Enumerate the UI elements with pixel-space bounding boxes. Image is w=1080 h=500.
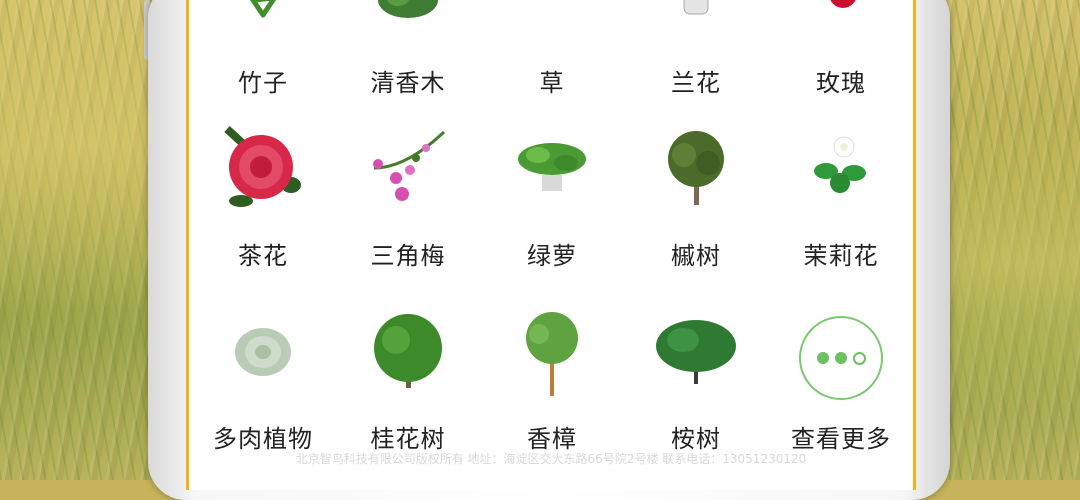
succulent-icon [235,328,291,376]
copyright-footer: 北京智鸟科技有限公司版权所有 地址：海淀区交大东路66号院2号楼 联系电话：13… [295,452,807,466]
plant-item-bougainvillea[interactable]: 三角梅 [338,123,478,273]
plant-item-grass[interactable]: 草 [482,0,622,100]
dot [852,351,866,365]
plant-item-rose[interactable]: 玫瑰 [771,0,911,100]
plant-label: 桂花树 [370,425,446,453]
plant-label: 槭树 [671,242,721,270]
plant-item-fragrant-wood[interactable]: 清香木 [338,0,478,100]
plant-label: 香樟 [527,425,577,453]
osmanthus-tree-icon [374,314,442,388]
plant-label: 竹子 [238,69,288,97]
rose-icon [830,0,856,8]
plant-label: 茶花 [238,242,288,270]
camphor-tree-icon [526,312,578,396]
plant-label: 桉树 [671,425,721,453]
plant-item-camellia[interactable]: 茶花 [193,123,333,273]
plant-label: 玫瑰 [816,69,866,97]
dot [834,352,847,364]
view-more-button[interactable]: 查看更多 [771,306,911,456]
eucalyptus-tree-icon [656,320,736,384]
fragrant-wood-icon [378,0,438,18]
plant-label: 绿萝 [527,242,577,270]
plant-item-succulent[interactable]: 多肉植物 [193,306,333,456]
plant-label: 草 [539,69,565,97]
plant-label: 茉莉花 [803,242,879,270]
plant-item-osmanthus-tree[interactable]: 桂花树 [338,306,478,456]
orchid-icon [683,0,709,15]
more-dots-icon [799,316,883,400]
bougainvillea-icon [373,130,446,201]
plant-item-jasmine[interactable]: 茉莉花 [771,123,911,273]
plant-label: 多肉植物 [213,425,313,453]
dot [816,352,829,364]
plant-item-camphor-tree[interactable]: 香樟 [482,306,622,456]
bamboo-icon [249,0,277,18]
maple-tree-icon [668,131,724,205]
grass-icon [517,0,587,6]
plant-item-orchid[interactable]: 兰花 [626,0,766,100]
pothos-icon [518,143,586,191]
plant-item-pothos[interactable]: 绿萝 [482,123,622,273]
plant-item-bamboo[interactable]: 竹子 [193,0,333,100]
plant-item-maple-tree[interactable]: 槭树 [626,123,766,273]
plant-grid: 竹子 清香木 草 兰花 玫瑰 茶花 三角梅 绿萝 槭树 茉莉花 多肉植物 桂花树… [189,0,913,490]
view-more-label: 查看更多 [791,425,891,453]
plant-item-eucalyptus-tree[interactable]: 桉树 [626,306,766,456]
plant-label: 清香木 [370,69,446,97]
plant-label: 三角梅 [370,242,446,270]
jasmine-icon [814,136,866,193]
phone-screen: 竹子 清香木 草 兰花 玫瑰 茶花 三角梅 绿萝 槭树 茉莉花 多肉植物 桂花树… [186,0,916,490]
plant-label: 兰花 [671,69,721,97]
camellia-icon [224,126,301,207]
